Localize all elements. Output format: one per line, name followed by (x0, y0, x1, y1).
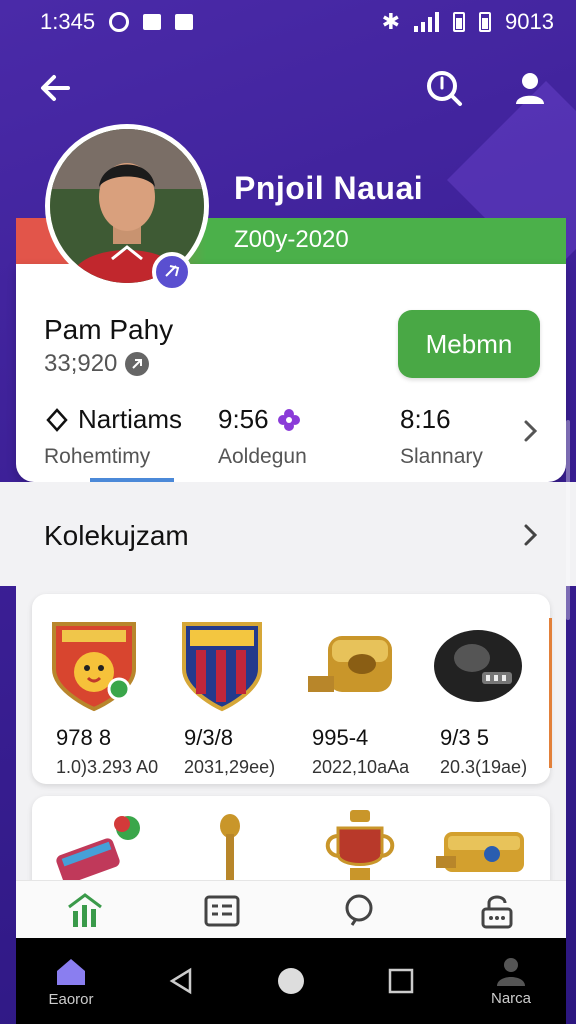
gold-block-icon (436, 832, 524, 872)
status-time: 1:345 (40, 9, 96, 34)
stat-value: Nartiams (78, 404, 183, 434)
nav-profile-label: Narca (490, 989, 531, 1007)
status-bar: 1:345 ✱ 9013 (0, 0, 576, 44)
stat-label: Rohemtimy (44, 445, 151, 468)
stat-item[interactable]: 8:16 Slannary (400, 404, 483, 469)
lock-icon[interactable] (477, 891, 517, 931)
square-recents-icon (388, 968, 414, 994)
status-left: 1:345 (40, 9, 194, 35)
bluetooth-icon: ✱ (381, 9, 401, 34)
diamond-outline-icon (46, 407, 68, 432)
member-button[interactable]: Mebmn (398, 310, 540, 378)
collection-item[interactable]: 9/3/8 2031,29ee) (172, 614, 292, 778)
item-subtext: 2022,10aAa (312, 757, 410, 777)
stat-label: Slannary (400, 445, 483, 468)
stat-value: 8:16 (400, 404, 451, 434)
item-value: 9/3 5 (440, 725, 489, 750)
user-icon (497, 957, 525, 986)
collection-title: Kolekujzam (44, 520, 189, 551)
nav-recents[interactable] (356, 967, 446, 995)
chevron-right-icon[interactable] (518, 520, 542, 550)
black-device-icon (434, 630, 522, 702)
collection-item[interactable] (194, 806, 294, 886)
red-club-crest-icon (52, 622, 136, 712)
battery-icon-2 (479, 12, 492, 32)
notification-status-icon (175, 14, 194, 30)
arrow-left-icon (41, 75, 70, 101)
search-icon[interactable] (340, 891, 380, 931)
gold-whistle-icon (308, 636, 392, 692)
stat-value: 9:56 (218, 404, 269, 434)
user-icon (516, 73, 544, 104)
home-stats-icon[interactable] (65, 891, 105, 931)
circle-home-icon (278, 968, 304, 994)
status-right: ✱ 9013 (382, 9, 554, 35)
stat-label: Aoldegun (218, 445, 307, 468)
user-id-row: 33;920 (44, 350, 150, 378)
item-subtext: 2031,29ee) (184, 757, 276, 777)
flower-icon (277, 408, 300, 431)
bottom-tab-bar (16, 880, 566, 940)
collection-item[interactable]: 995-4 2022,10aAa (300, 614, 420, 778)
stat-value-row: 9:56 (218, 404, 307, 435)
profile-card: Pam Pahy 33;920 Mebmn Nartiams Rohemtimy… (16, 264, 566, 482)
nav-profile[interactable]: Narca (466, 956, 556, 1007)
share-icon[interactable] (125, 352, 150, 376)
hero-title: Pnjoil Nauai (234, 170, 424, 206)
trophy-cup-icon (325, 810, 395, 882)
collection-item[interactable] (310, 806, 410, 886)
search-icon (427, 71, 462, 106)
stat-value-row: 8:16 (400, 404, 483, 435)
collection-item[interactable] (432, 806, 532, 886)
nav-back[interactable] (136, 966, 226, 996)
keyboard-toy-icon (56, 816, 140, 884)
chevron-right-icon[interactable] (518, 416, 542, 446)
hero-years: Z00y-2020 (234, 226, 349, 253)
verified-badge-icon (152, 252, 192, 292)
collection-item[interactable]: 978 8 1.0)3.293 A0 (44, 614, 164, 778)
user-name: Pam Pahy (44, 314, 174, 345)
circle-status-icon (109, 12, 130, 32)
top-nav (0, 60, 576, 116)
user-id: 33;920 (44, 350, 118, 377)
item-value: 978 8 (56, 725, 112, 750)
search-button[interactable] (422, 66, 466, 110)
image-status-icon (143, 14, 162, 30)
nav-home-label: Eaoror (48, 990, 94, 1008)
back-button[interactable] (34, 66, 78, 110)
triangle-back-icon (169, 967, 192, 995)
gold-torch-icon (220, 814, 240, 886)
signal-icon (414, 12, 440, 32)
account-button[interactable] (508, 66, 552, 110)
stat-item[interactable]: Nartiams Rohemtimy (44, 404, 182, 469)
battery-icon (453, 12, 466, 32)
collection-card: 978 8 1.0)3.293 A0 9/3/8 2031,29ee) 995-… (32, 594, 552, 784)
nav-home[interactable]: Eaoror (26, 955, 116, 1008)
collection-item[interactable] (52, 806, 152, 886)
item-value: 995-4 (312, 725, 369, 750)
collection-item[interactable]: 9/3 5 20.3(19ae) (428, 614, 548, 778)
system-nav-bar: Eaoror Narca (16, 938, 566, 1024)
card-accent (549, 618, 552, 768)
blue-red-club-crest-icon (182, 622, 262, 712)
stat-value-row: Nartiams (44, 404, 182, 435)
collection-header[interactable]: Kolekujzam (0, 482, 576, 586)
item-value: 9/3/8 (184, 725, 233, 750)
stat-item[interactable]: 9:56 Aoldegun (218, 404, 307, 469)
item-subtext: 1.0)3.293 A0 (56, 757, 159, 777)
home-icon (57, 958, 85, 985)
nav-home-circle[interactable] (246, 966, 336, 996)
list-card-icon[interactable] (202, 891, 242, 931)
scrollbar[interactable] (566, 420, 570, 620)
status-right-text: 9013 (505, 9, 554, 34)
item-subtext: 20.3(19ae) (440, 757, 528, 777)
